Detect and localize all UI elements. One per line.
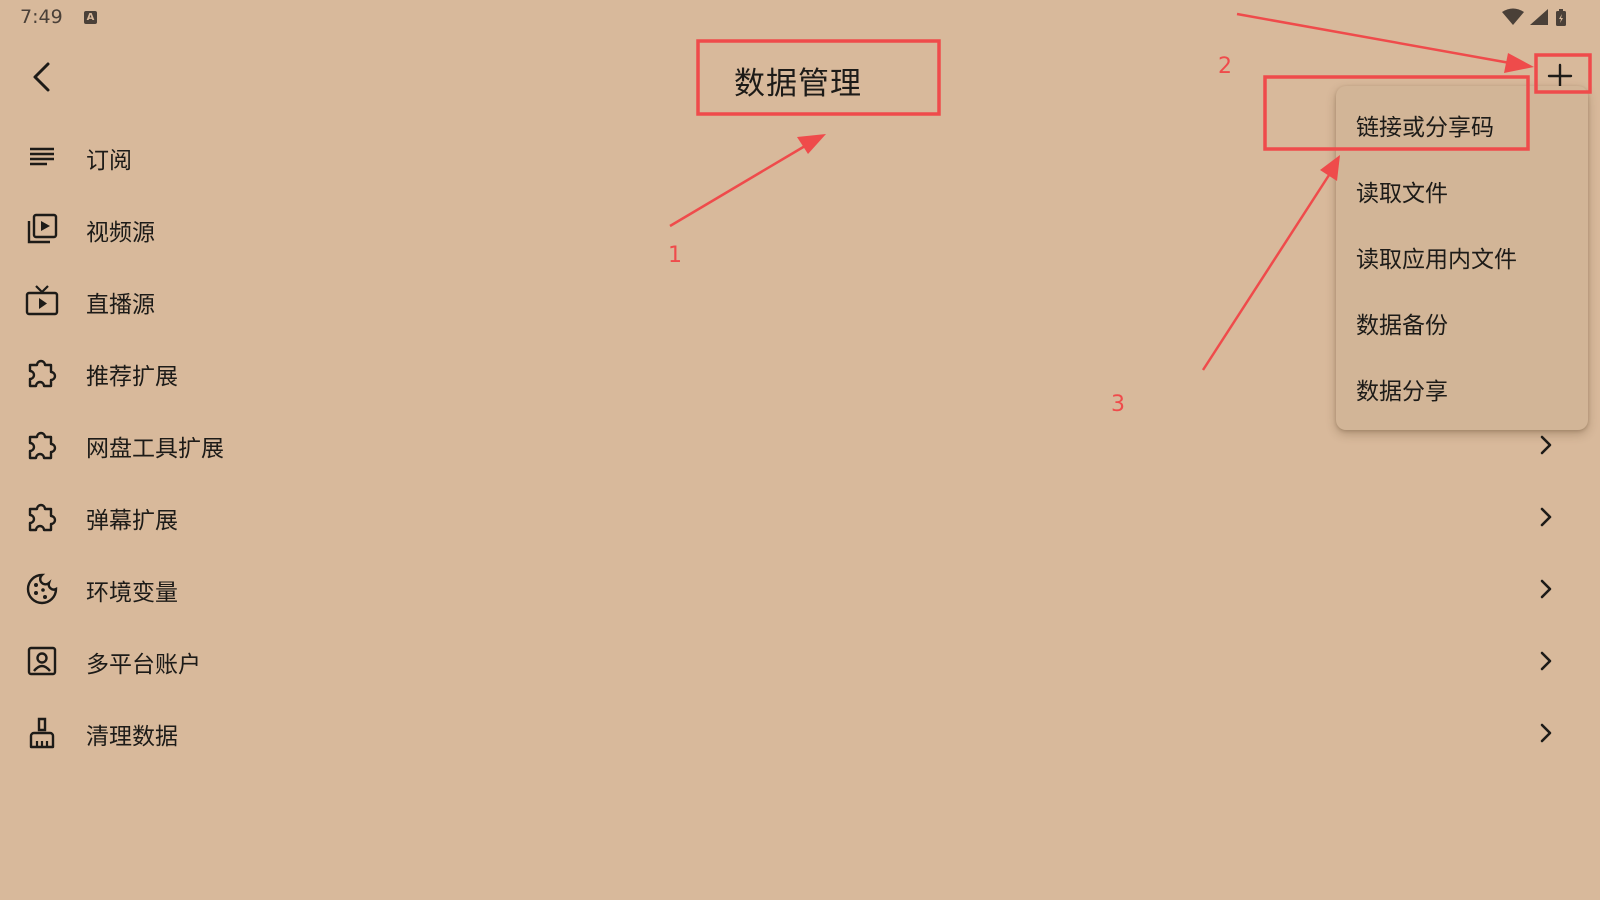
- puzzle-icon: [24, 499, 60, 535]
- back-arrow-icon: [33, 62, 50, 92]
- page-title: 数据管理: [734, 66, 862, 102]
- battery-icon: [1556, 9, 1566, 26]
- menu-item-data-backup[interactable]: 数据备份: [1356, 306, 1448, 340]
- list-item-label: 订阅: [86, 148, 132, 174]
- list-item-label: 多平台账户: [86, 652, 201, 678]
- cookie-icon: [24, 571, 60, 607]
- broom-icon: [24, 715, 60, 751]
- list-item-label: 视频源: [86, 220, 155, 246]
- back-button[interactable]: [22, 55, 62, 99]
- add-dropdown-menu: 链接或分享码 读取文件 读取应用内文件 数据备份 数据分享: [1336, 86, 1588, 430]
- status-bar: 7:49 A: [0, 0, 1600, 36]
- list-item-env-variables[interactable]: 环境变量: [0, 553, 1600, 625]
- account-box-icon: [24, 643, 60, 679]
- annotation-label-3: 3: [1111, 392, 1125, 417]
- wifi-icon: [1502, 8, 1524, 25]
- chevron-right-icon: [1540, 507, 1552, 527]
- annotation-label-2: 2: [1218, 54, 1232, 79]
- signal-icon: [1530, 9, 1548, 25]
- chevron-right-icon: [1540, 435, 1552, 455]
- list-item-label: 清理数据: [86, 724, 178, 750]
- list-item-danmaku-extension[interactable]: 弹幕扩展: [0, 481, 1600, 553]
- chevron-right-icon: [1540, 723, 1552, 743]
- annotation-label-1: 1: [668, 243, 682, 268]
- list-lines-icon: [24, 139, 60, 175]
- notification-a-icon: A: [84, 11, 97, 24]
- chevron-right-icon: [1540, 579, 1552, 599]
- video-library-icon: [24, 211, 60, 247]
- list-item-label: 直播源: [86, 292, 155, 318]
- menu-item-read-file[interactable]: 读取文件: [1356, 174, 1448, 208]
- menu-item-link-or-share-code[interactable]: 链接或分享码: [1356, 108, 1494, 142]
- list-item-label: 推荐扩展: [86, 364, 178, 390]
- live-tv-icon: [24, 283, 60, 319]
- list-item-label: 弹幕扩展: [86, 508, 178, 534]
- puzzle-icon: [24, 427, 60, 463]
- menu-item-data-share[interactable]: 数据分享: [1356, 372, 1448, 406]
- list-item-clear-data[interactable]: 清理数据: [0, 697, 1600, 769]
- puzzle-icon: [24, 355, 60, 391]
- list-item-label: 环境变量: [86, 580, 178, 606]
- menu-item-read-app-file[interactable]: 读取应用内文件: [1356, 240, 1517, 274]
- chevron-right-icon: [1540, 651, 1552, 671]
- status-icons: [1500, 8, 1578, 28]
- list-item-multi-platform-accounts[interactable]: 多平台账户: [0, 625, 1600, 697]
- status-time: 7:49: [20, 6, 63, 28]
- list-item-label: 网盘工具扩展: [86, 436, 224, 462]
